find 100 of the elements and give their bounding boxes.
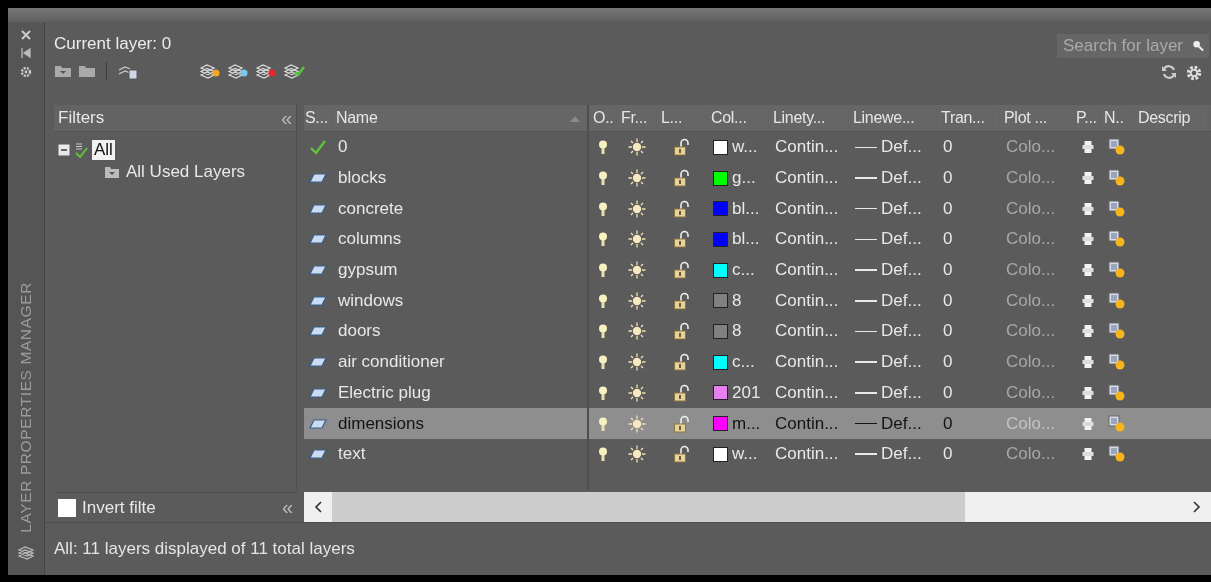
bulb-icon[interactable] <box>598 200 608 217</box>
sun-icon[interactable] <box>628 383 646 402</box>
printer-icon[interactable] <box>1081 385 1094 400</box>
open-lock-icon[interactable] <box>673 322 691 341</box>
column-header[interactable]: O.. <box>587 105 616 131</box>
sun-icon[interactable] <box>628 353 646 372</box>
layer-row[interactable]: air conditioner c... Contin... Def... 0 Colo... <box>304 346 1211 378</box>
viewport-sun-icon[interactable] <box>1108 291 1126 310</box>
layer-row[interactable]: doors 8 Contin... Def... 0 Colo... <box>304 316 1211 347</box>
collapse-icon[interactable] <box>58 144 70 156</box>
color-swatch[interactable] <box>713 262 728 278</box>
sun-icon[interactable] <box>628 322 646 341</box>
collapse-panel-button[interactable]: « <box>281 496 293 519</box>
open-lock-icon[interactable] <box>673 169 691 188</box>
bulb-icon[interactable] <box>598 292 608 309</box>
sun-icon[interactable] <box>628 199 646 218</box>
bulb-icon[interactable] <box>598 139 608 156</box>
bulb-icon[interactable] <box>598 446 608 463</box>
filter-folder-icon[interactable] <box>54 63 72 79</box>
layer-row[interactable]: 0 w... Contin... Def... 0 Colo... <box>304 132 1211 163</box>
sun-icon[interactable] <box>628 414 646 433</box>
bulb-icon[interactable] <box>598 354 608 371</box>
bulb-icon[interactable] <box>598 262 608 279</box>
layer-row[interactable]: columns bl... Contin... Def... 0 Colo... <box>304 224 1211 255</box>
color-swatch[interactable] <box>713 416 728 432</box>
search-field[interactable]: Search for layer <box>1057 34 1209 58</box>
sun-icon[interactable] <box>628 445 646 464</box>
collapse-panel-button[interactable]: « <box>280 108 292 128</box>
bulb-icon[interactable] <box>598 170 608 187</box>
sun-icon[interactable] <box>628 291 646 310</box>
filter-item[interactable]: All Used Layers <box>124 162 248 182</box>
printer-icon[interactable] <box>1081 293 1094 308</box>
color-swatch[interactable] <box>713 201 728 217</box>
printer-icon[interactable] <box>1081 324 1094 339</box>
bulb-icon[interactable] <box>598 231 608 248</box>
scroll-left-icon[interactable] <box>314 501 322 513</box>
horizontal-scrollbar[interactable] <box>304 492 1211 522</box>
set-current-icon[interactable] <box>283 62 305 80</box>
viewport-sun-icon[interactable] <box>1108 169 1126 188</box>
scroll-right-icon[interactable] <box>1193 501 1201 513</box>
bulb-icon[interactable] <box>598 323 608 340</box>
printer-icon[interactable] <box>1081 201 1094 216</box>
color-swatch[interactable] <box>713 446 728 462</box>
sun-icon[interactable] <box>628 138 646 157</box>
viewport-sun-icon[interactable] <box>1108 261 1126 280</box>
printer-icon[interactable] <box>1081 355 1094 370</box>
layer-row[interactable]: windows 8 Contin... Def... 0 Colo... <box>304 285 1211 317</box>
viewport-sun-icon[interactable] <box>1108 138 1126 157</box>
printer-icon[interactable] <box>1081 263 1094 278</box>
viewport-sun-icon[interactable] <box>1108 230 1126 249</box>
layer-row[interactable]: blocks g... Contin... Def... 0 Colo... <box>304 162 1211 194</box>
open-lock-icon[interactable] <box>673 230 691 249</box>
viewport-sun-icon[interactable] <box>1108 322 1126 341</box>
linetype: Contin... <box>775 382 839 403</box>
viewport-sun-icon[interactable] <box>1108 445 1126 464</box>
viewport-sun-icon[interactable] <box>1108 353 1126 372</box>
delete-layer-icon[interactable] <box>255 62 277 80</box>
color-swatch[interactable] <box>713 293 728 309</box>
open-lock-icon[interactable] <box>673 291 691 310</box>
open-lock-icon[interactable] <box>673 383 691 402</box>
new-layer-icon[interactable] <box>199 62 221 80</box>
sun-icon[interactable] <box>628 230 646 249</box>
pin-icon[interactable] <box>20 47 32 59</box>
layer-row[interactable]: gypsum c... Contin... Def... 0 Colo... <box>304 254 1211 286</box>
open-lock-icon[interactable] <box>673 199 691 218</box>
viewport-sun-icon[interactable] <box>1108 199 1126 218</box>
open-lock-icon[interactable] <box>673 445 691 464</box>
layer-row[interactable]: concrete bl... Contin... Def... 0 Colo... <box>304 193 1211 225</box>
printer-icon[interactable] <box>1081 447 1094 462</box>
viewport-sun-icon[interactable] <box>1108 383 1126 402</box>
printer-icon[interactable] <box>1081 232 1094 247</box>
color-swatch[interactable] <box>713 323 728 339</box>
folder-icon[interactable] <box>78 63 96 79</box>
open-lock-icon[interactable] <box>673 261 691 280</box>
sun-icon[interactable] <box>628 169 646 188</box>
printer-icon[interactable] <box>1081 416 1094 431</box>
filter-item[interactable]: All <box>92 140 115 160</box>
search-icon[interactable] <box>1192 39 1205 53</box>
color-swatch[interactable] <box>713 385 728 401</box>
color-swatch[interactable] <box>713 170 728 186</box>
color-swatch[interactable] <box>713 354 728 370</box>
open-lock-icon[interactable] <box>673 138 691 157</box>
settings-icon[interactable] <box>1185 64 1203 82</box>
layer-row[interactable]: text w... Contin... Def... 0 Colo... <box>304 438 1211 470</box>
color-swatch[interactable] <box>713 231 728 247</box>
viewport-sun-icon[interactable] <box>1108 414 1126 433</box>
sun-icon[interactable] <box>628 261 646 280</box>
open-lock-icon[interactable] <box>673 353 691 372</box>
color-swatch[interactable] <box>713 139 728 155</box>
open-lock-icon[interactable] <box>673 414 691 433</box>
close-icon[interactable] <box>20 29 32 41</box>
printer-icon[interactable] <box>1081 140 1094 155</box>
bulb-icon[interactable] <box>598 384 608 401</box>
refresh-icon[interactable] <box>1161 64 1177 80</box>
settings-icon[interactable] <box>19 65 33 79</box>
layers-icon[interactable] <box>16 544 36 562</box>
bulb-icon[interactable] <box>598 415 608 432</box>
printer-icon[interactable] <box>1081 171 1094 186</box>
checkbox[interactable] <box>58 498 76 517</box>
new-layer-vp-icon[interactable] <box>227 62 249 80</box>
